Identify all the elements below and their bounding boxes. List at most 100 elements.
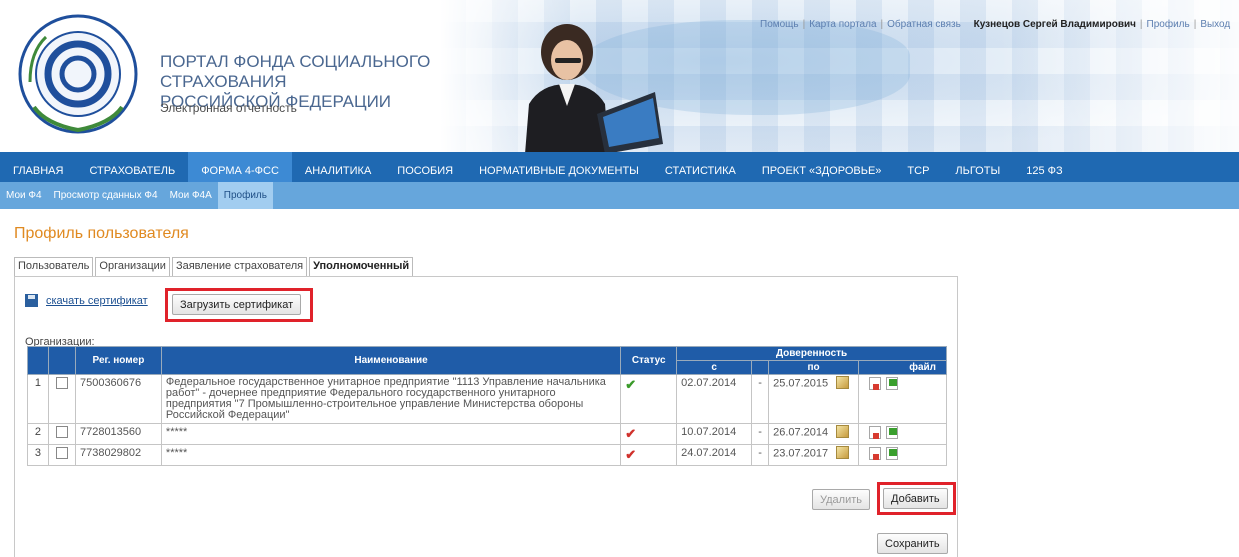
row-date-to: 26.07.2014 (768, 423, 860, 445)
logout-link[interactable]: Выход (1200, 19, 1230, 30)
fss-logo (18, 14, 138, 134)
sub-nav: Мои Ф4 Просмотр сданных Ф4 Мои Ф4А Профи… (0, 182, 1239, 209)
table-row: 1 7500360676 Федеральное государственное… (27, 374, 947, 424)
page-title: Профиль пользователя (14, 225, 189, 242)
upload-file-icon[interactable] (886, 426, 899, 439)
nav-benefits[interactable]: ПОСОБИЯ (384, 152, 466, 182)
col-name-header: Наименование (160, 346, 622, 375)
row-date-to-value: 25.07.2015 (773, 377, 829, 390)
help-link[interactable]: Помощь (760, 19, 799, 30)
row-checkbox[interactable] (55, 426, 68, 438)
row-reg-number: 7738029802 (74, 444, 162, 466)
row-name: ***** (160, 423, 622, 445)
nav-health-project[interactable]: ПРОЕКТ «ЗДОРОВЬЕ» (749, 152, 895, 182)
col-status-header: Статус (620, 346, 678, 375)
row-checkbox[interactable] (55, 377, 68, 389)
header: ПОРТАЛ ФОНДА СОЦИАЛЬНОГО СТРАХОВАНИЯ РОС… (0, 0, 1239, 152)
col-from-header: с (676, 360, 753, 375)
row-reg-number: 7728013560 (74, 423, 162, 445)
download-file-icon[interactable] (869, 447, 882, 460)
row-name: Федеральное государственное унитарное пр… (160, 374, 622, 424)
feedback-link[interactable]: Обратная связь (887, 19, 961, 30)
tab-insurer-application[interactable]: Заявление страхователя (171, 257, 308, 276)
row-date-to-value: 26.07.2014 (773, 426, 829, 439)
add-button[interactable]: Добавить (883, 488, 948, 509)
row-status: ✔ (620, 423, 678, 445)
row-reg-number: 7500360676 (74, 374, 162, 424)
row-date-to: 23.07.2017 (768, 444, 860, 466)
subnav-view-submitted-f4[interactable]: Просмотр сданных Ф4 (48, 182, 164, 209)
nav-form-4fss[interactable]: ФОРМА 4-ФСС (188, 152, 292, 182)
status-check-icon: ✔ (625, 426, 637, 441)
nav-statistics[interactable]: СТАТИСТИКА (652, 152, 749, 182)
main-nav: ГЛАВНАЯ СТРАХОВАТЕЛЬ ФОРМА 4-ФСС АНАЛИТИ… (0, 152, 1239, 182)
col-file-header: файл (858, 360, 947, 375)
row-status: ✔ (620, 374, 678, 424)
col-index-header (27, 346, 49, 375)
row-checkbox-cell (47, 423, 76, 445)
row-date-dash: - (751, 374, 770, 424)
tab-user[interactable]: Пользователь (14, 257, 94, 276)
col-proxy-header: Доверенность (676, 346, 947, 361)
save-button[interactable]: Сохранить (877, 533, 948, 554)
table-row: 3 7738029802 ***** ✔ 24.07.2014 - 23.07.… (27, 444, 947, 466)
download-file-icon[interactable] (869, 426, 882, 439)
nav-analytics[interactable]: АНАЛИТИКА (292, 152, 384, 182)
nav-privileges[interactable]: ЛЬГОТЫ (942, 152, 1013, 182)
edit-icon[interactable] (836, 446, 850, 459)
row-checkbox-cell (47, 444, 76, 466)
floppy-disk-icon (25, 294, 38, 307)
portal-subtitle: Электронная отчетность (160, 101, 297, 115)
nav-insurer[interactable]: СТРАХОВАТЕЛЬ (76, 152, 188, 182)
upload-file-icon[interactable] (886, 447, 899, 460)
row-index: 2 (27, 423, 49, 445)
status-check-icon: ✔ (625, 447, 637, 462)
tab-authorized[interactable]: Уполномоченный (309, 257, 414, 276)
nav-normative-docs[interactable]: НОРМАТИВНЫЕ ДОКУМЕНТЫ (466, 152, 652, 182)
row-file (858, 444, 947, 466)
row-checkbox[interactable] (55, 447, 68, 459)
site-map-link[interactable]: Карта портала (809, 19, 876, 30)
row-date-from: 24.07.2014 (676, 444, 753, 466)
profile-tabs: Пользователь Организации Заявление страх… (14, 257, 415, 276)
top-links: Помощь | Карта портала | Обратная связь Кузн… (760, 19, 1231, 30)
col-reg-number-header: Рег. номер (74, 346, 162, 375)
table-row: 2 7728013560 ***** ✔ 10.07.2014 - 26.07.… (27, 423, 947, 445)
row-name: ***** (160, 444, 622, 466)
woman-laptop-illustration (525, 24, 663, 152)
subnav-profile[interactable]: Профиль (217, 182, 273, 209)
edit-icon[interactable] (836, 376, 850, 389)
row-date-to: 25.07.2015 (768, 374, 860, 424)
row-date-from: 02.07.2014 (676, 374, 753, 424)
subnav-my-f4[interactable]: Мои Ф4 (0, 182, 48, 209)
row-index: 1 (27, 374, 49, 424)
col-checkbox-header (47, 346, 76, 375)
row-date-from: 10.07.2014 (676, 423, 753, 445)
upload-file-icon[interactable] (886, 377, 899, 390)
row-file (858, 423, 947, 445)
user-name: Кузнецов Сергей Владимирович (973, 19, 1136, 30)
row-date-dash: - (751, 423, 770, 445)
upload-certificate-button[interactable]: Загрузить сертификат (172, 294, 302, 315)
row-date-dash: - (751, 444, 770, 466)
row-file (858, 374, 947, 424)
certificate-row: скачать сертификат (25, 294, 148, 307)
nav-tsr[interactable]: ТСР (894, 152, 942, 182)
download-file-icon[interactable] (869, 377, 882, 390)
col-dash-header (751, 360, 770, 375)
subnav-my-f4a[interactable]: Мои Ф4А (164, 182, 218, 209)
nav-home[interactable]: ГЛАВНАЯ (0, 152, 76, 182)
col-to-header: по (768, 360, 860, 375)
row-status: ✔ (620, 444, 678, 466)
edit-icon[interactable] (836, 425, 850, 438)
delete-button[interactable]: Удалить (812, 489, 870, 510)
tab-organizations[interactable]: Организации (95, 257, 170, 276)
download-certificate-link[interactable]: скачать сертификат (46, 295, 148, 307)
status-check-icon: ✔ (625, 377, 637, 392)
profile-link[interactable]: Профиль (1147, 19, 1190, 30)
authorized-panel: скачать сертификат Загрузить сертификат … (14, 276, 958, 557)
nav-125fz[interactable]: 125 ФЗ (1013, 152, 1075, 182)
row-date-to-value: 23.07.2017 (773, 447, 829, 460)
row-index: 3 (27, 444, 49, 466)
row-checkbox-cell (47, 374, 76, 424)
